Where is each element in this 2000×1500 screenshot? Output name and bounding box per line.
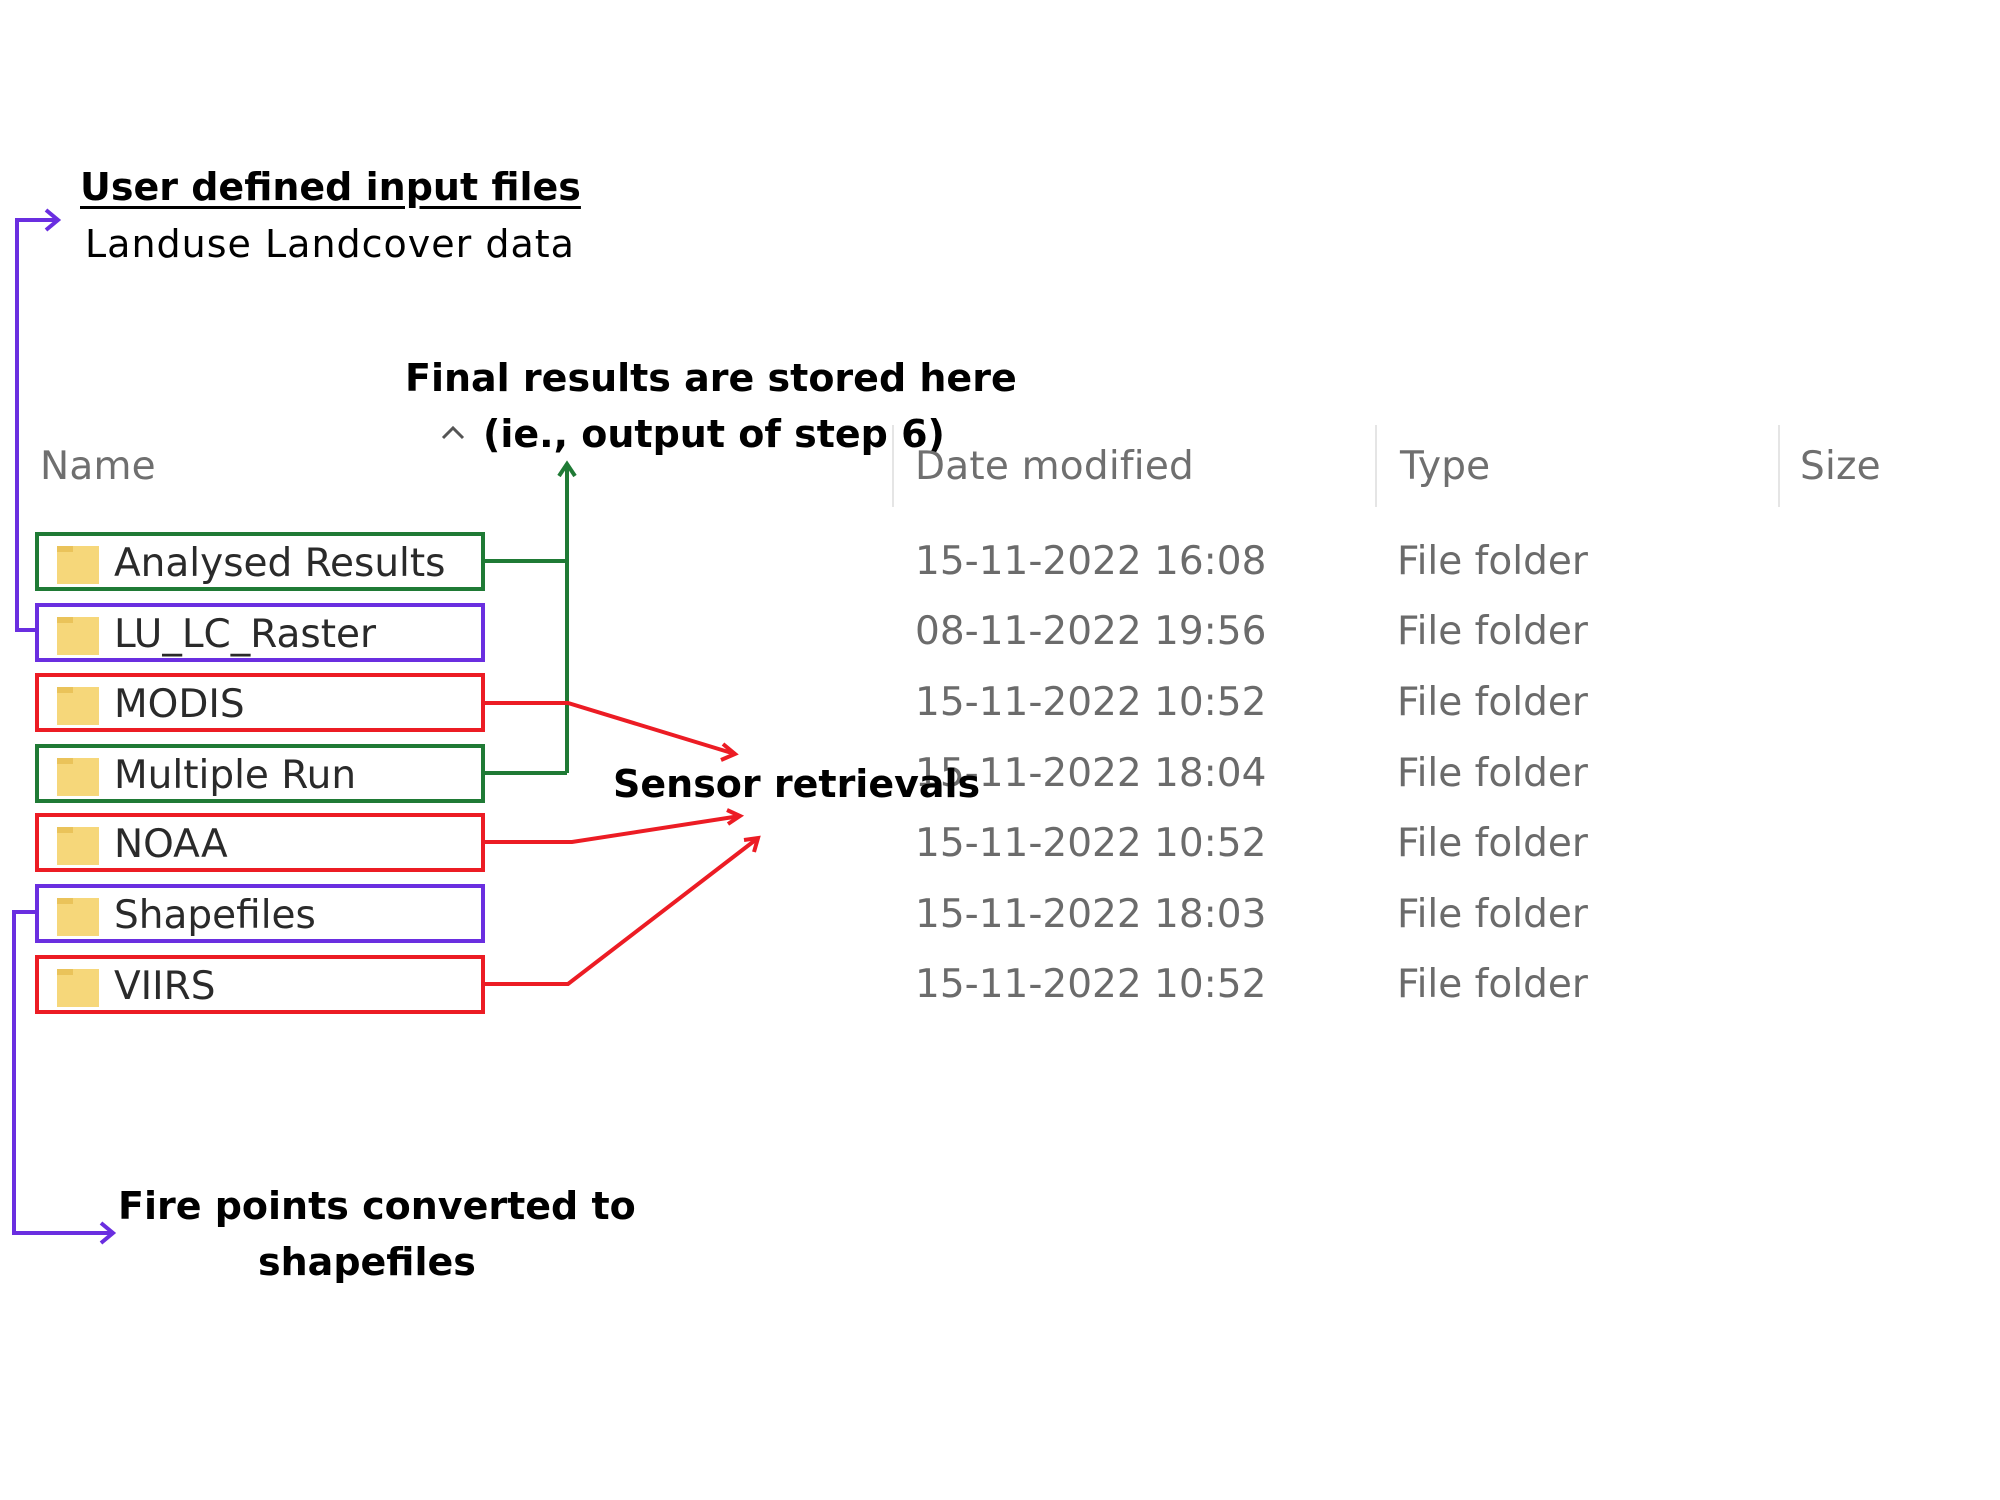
file-name: MODIS: [114, 682, 245, 727]
file-type: File folder: [1397, 751, 1588, 796]
folder-icon: [57, 827, 99, 865]
file-type: File folder: [1397, 609, 1588, 654]
folder-icon: [57, 758, 99, 796]
chevron-up-icon[interactable]: [438, 420, 468, 444]
fire-points-annotation-line1: Fire points converted to: [118, 1184, 636, 1228]
user-defined-input-title: User defined input files: [80, 165, 581, 209]
file-name: Shapefiles: [114, 893, 316, 938]
folder-icon: [57, 546, 99, 584]
user-defined-input-subtitle: Landuse Landcover data: [85, 222, 575, 266]
fire-points-annotation-line2: shapefiles: [258, 1240, 476, 1284]
file-row-multiple-run[interactable]: Multiple Run: [35, 744, 485, 803]
file-row-analysed-results[interactable]: Analysed Results: [35, 532, 485, 591]
file-type: File folder: [1397, 892, 1588, 937]
folder-icon: [57, 687, 99, 725]
file-name: Multiple Run: [114, 753, 357, 798]
file-row-viirs[interactable]: VIIRS: [35, 955, 485, 1014]
file-date: 15-11-2022 10:52: [915, 821, 1267, 866]
final-results-annotation-line1: Final results are stored here: [405, 356, 1017, 400]
file-type: File folder: [1397, 821, 1588, 866]
file-name: Analysed Results: [114, 541, 446, 586]
folder-icon: [57, 969, 99, 1007]
folder-icon: [57, 898, 99, 936]
column-header-name[interactable]: Name: [40, 444, 156, 489]
file-date: 15-11-2022 16:08: [915, 539, 1267, 584]
file-name: VIIRS: [114, 964, 216, 1009]
final-results-annotation-line2: (ie., output of step 6): [483, 412, 945, 456]
sensor-retrievals-annotation: Sensor retrievals: [613, 762, 981, 806]
column-separator[interactable]: [892, 425, 894, 507]
green-connector: [485, 460, 577, 775]
file-row-shapefiles[interactable]: Shapefiles: [35, 884, 485, 943]
file-row-noaa[interactable]: NOAA: [35, 813, 485, 872]
file-date: 15-11-2022 10:52: [915, 680, 1267, 725]
file-name: NOAA: [114, 822, 228, 867]
red-connectors: [485, 701, 761, 986]
column-header-type[interactable]: Type: [1400, 444, 1490, 489]
file-type: File folder: [1397, 962, 1588, 1007]
column-separator[interactable]: [1375, 425, 1377, 507]
file-date: 08-11-2022 19:56: [915, 609, 1267, 654]
file-row-modis[interactable]: MODIS: [35, 673, 485, 732]
file-date: 15-11-2022 18:03: [915, 892, 1267, 937]
file-type: File folder: [1397, 539, 1588, 584]
file-date: 15-11-2022 10:52: [915, 962, 1267, 1007]
file-type: File folder: [1397, 680, 1588, 725]
file-name: LU_LC_Raster: [114, 612, 377, 657]
column-header-date-modified[interactable]: Date modified: [915, 444, 1194, 489]
column-separator[interactable]: [1778, 425, 1780, 507]
column-header-size[interactable]: Size: [1800, 444, 1881, 489]
folder-icon: [57, 617, 99, 655]
file-row-lu-lc-raster[interactable]: LU_LC_Raster: [35, 603, 485, 662]
